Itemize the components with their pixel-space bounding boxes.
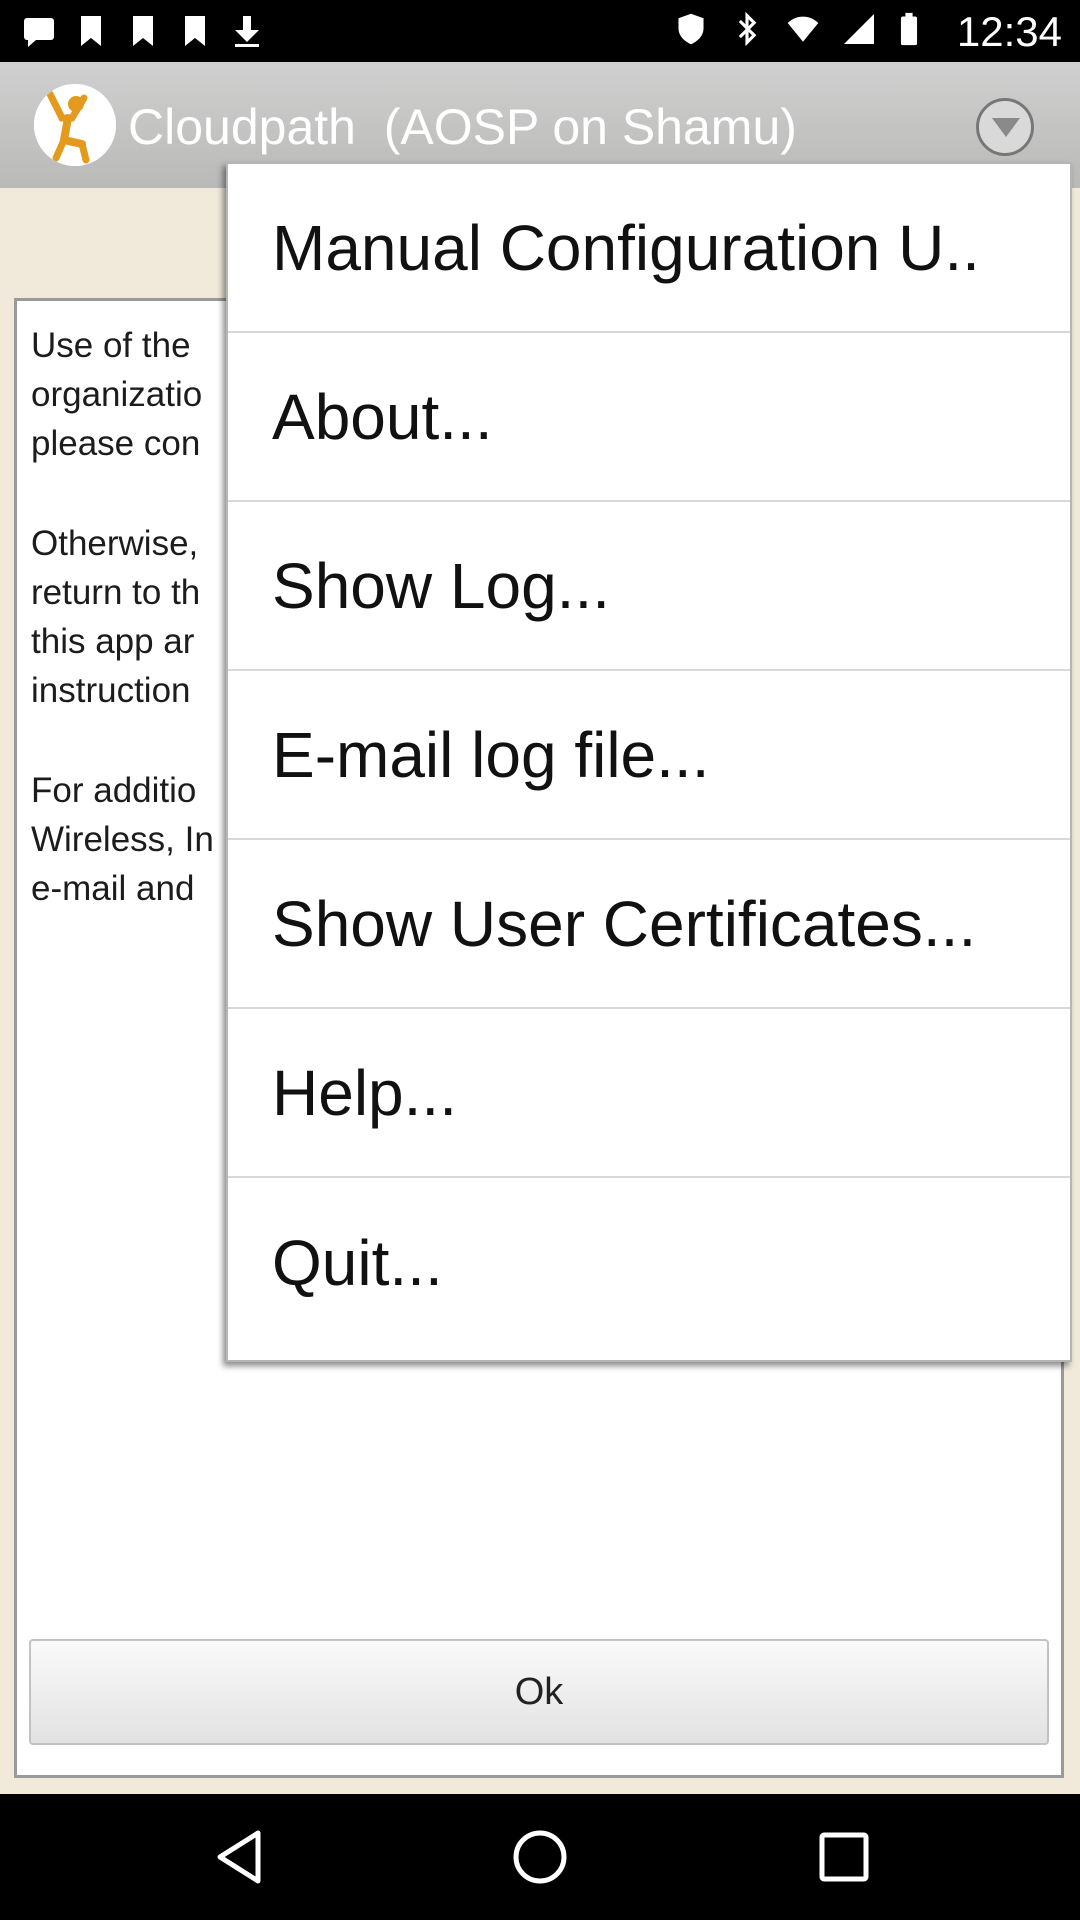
notification-icons [22, 14, 264, 48]
menu-item-show-user-certificates[interactable]: Show User Certificates... [228, 840, 1070, 1009]
menu-item-manual-configuration[interactable]: Manual Configuration U.. [228, 164, 1070, 333]
menu-item-about[interactable]: About... [228, 333, 1070, 502]
message-icon [24, 18, 54, 47]
recents-icon[interactable] [814, 1827, 874, 1887]
bookmark-icon [81, 16, 101, 46]
wifi-icon [787, 16, 819, 42]
overflow-menu: Manual Configuration U.. About... Show L… [226, 162, 1072, 1362]
chevron-down-circle-icon [992, 118, 1020, 137]
app-title: Cloudpath (AOSP on Shamu) [128, 99, 797, 155]
cloudpath-person-icon [34, 84, 116, 166]
back-icon[interactable] [210, 1827, 270, 1887]
menu-item-show-log[interactable]: Show Log... [228, 502, 1070, 671]
ok-button[interactable]: Ok [29, 1639, 1049, 1745]
status-time: 12:34 [956, 8, 1062, 55]
bookmark-icon [185, 16, 205, 46]
navigation-bar [0, 1794, 1080, 1920]
signal-icon [844, 14, 874, 44]
bluetooth-icon [738, 12, 757, 46]
menu-item-email-log-file[interactable]: E-mail log file... [228, 671, 1070, 840]
overflow-menu-button[interactable] [976, 98, 1034, 156]
menu-item-help[interactable]: Help... [228, 1009, 1070, 1178]
system-icons [674, 12, 920, 46]
status-bar: 12:34 [0, 0, 1080, 62]
shield-icon [678, 13, 704, 45]
battery-icon [900, 12, 918, 46]
download-icon [235, 16, 259, 47]
home-icon[interactable] [510, 1827, 570, 1887]
menu-item-quit[interactable]: Quit... [228, 1178, 1070, 1347]
bookmark-icon [133, 16, 153, 46]
